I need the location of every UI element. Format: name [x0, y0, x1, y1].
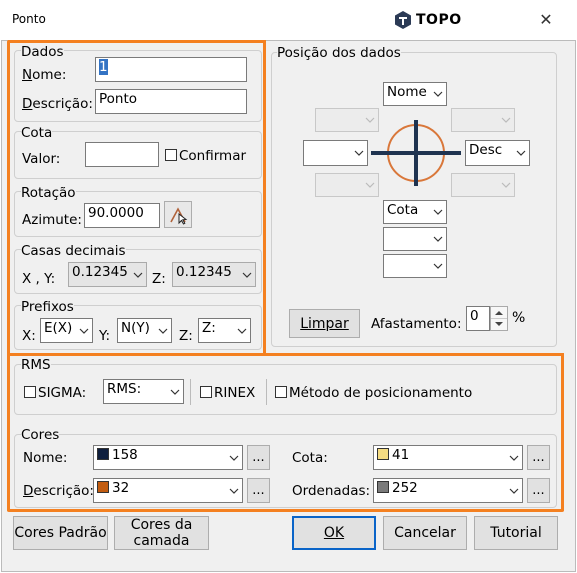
position-bottom3-select[interactable]: [383, 254, 447, 278]
chevron-down-icon: [501, 117, 511, 123]
position-bottom1-value: Cota: [387, 202, 419, 218]
ok-label: OK: [323, 525, 345, 541]
position-right-select[interactable]: Desc: [465, 140, 530, 166]
cancelar-label: Cancelar: [394, 525, 456, 541]
chevron-down-icon: [501, 182, 511, 188]
position-bottom2-select[interactable]: [383, 227, 447, 251]
afastamento-spinner[interactable]: [490, 306, 508, 331]
afastamento-label: Afastamento:: [371, 316, 462, 332]
tutorial-button[interactable]: Tutorial: [474, 516, 558, 550]
position-bottom-left-select[interactable]: [315, 173, 379, 197]
position-top-select[interactable]: Nome: [383, 82, 447, 106]
chevron-down-icon: [354, 150, 364, 156]
highlight-left-top-edge: [263, 40, 266, 356]
topo-logo-icon: [395, 11, 411, 29]
position-right-value: Desc: [469, 142, 503, 158]
highlight-bottom: [7, 353, 564, 512]
position-bottom-right-select[interactable]: [451, 173, 515, 197]
highlight-left-top: [7, 40, 266, 356]
ok-button[interactable]: OK: [292, 516, 376, 550]
limpar-button[interactable]: Limpar: [289, 309, 360, 338]
title-bar: [0, 0, 577, 40]
spin-arrows-icon: [491, 311, 507, 326]
chevron-down-icon: [433, 263, 443, 269]
brand-logo: TOPO: [393, 10, 462, 30]
chevron-down-icon: [433, 91, 443, 97]
chevron-down-icon: [365, 117, 375, 123]
position-bottom1-select[interactable]: Cota: [383, 200, 447, 224]
chevron-down-icon: [433, 236, 443, 242]
position-top-left-select[interactable]: [315, 108, 379, 132]
brand-name: TOPO: [416, 12, 462, 28]
position-top-right-select[interactable]: [451, 108, 515, 132]
percent-label: %: [512, 310, 526, 326]
limpar-label: Limpar: [300, 315, 349, 332]
chevron-down-icon: [516, 150, 526, 156]
cores-camada-button[interactable]: Cores da camada: [114, 516, 209, 550]
posicao-legend: Posição dos dados: [277, 45, 401, 61]
cores-padrao-button[interactable]: Cores Padrão: [13, 516, 108, 550]
highlight-bottom-top-edge: [263, 353, 564, 356]
window-title: Ponto: [12, 12, 46, 26]
cancelar-button[interactable]: Cancelar: [383, 516, 467, 550]
cores-camada-line1: Cores da: [130, 517, 193, 533]
position-left-select[interactable]: [303, 140, 368, 166]
chevron-down-icon: [365, 182, 375, 188]
cores-camada-line2: camada: [133, 533, 190, 549]
chevron-down-icon: [433, 209, 443, 215]
position-top-value: Nome: [387, 84, 427, 100]
afastamento-input[interactable]: 0: [466, 306, 490, 331]
close-button[interactable]: ✕: [536, 10, 556, 29]
